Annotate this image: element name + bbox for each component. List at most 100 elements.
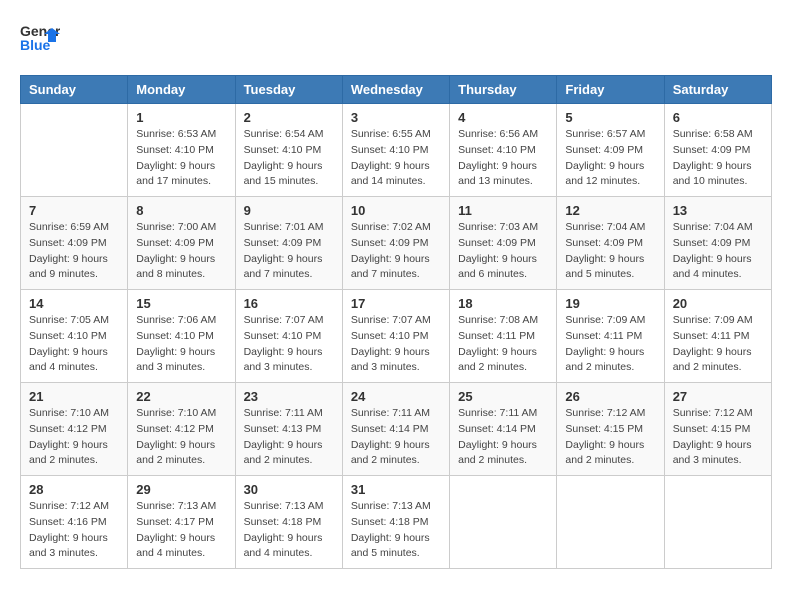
day-number: 13 — [673, 203, 763, 218]
calendar-cell: 7 Sunrise: 6:59 AM Sunset: 4:09 PM Daylig… — [21, 197, 128, 290]
day-number: 5 — [565, 110, 655, 125]
day-info: Sunrise: 7:02 AM Sunset: 4:09 PM Dayligh… — [351, 220, 441, 283]
day-info: Sunrise: 7:04 AM Sunset: 4:09 PM Dayligh… — [673, 220, 763, 283]
calendar-cell: 20Sunrise: 7:09 AM Sunset: 4:11 PM Dayli… — [664, 290, 771, 383]
day-number: 4 — [458, 110, 548, 125]
day-number: 10 — [351, 203, 441, 218]
column-header-tuesday: Tuesday — [235, 76, 342, 104]
calendar-cell: 27 Sunrise: 7:12 AM Sunset: 4:15 PM Dayli… — [664, 383, 771, 476]
calendar-cell: 29Sunrise: 7:13 AM Sunset: 4:17 PM Dayli… — [128, 476, 235, 569]
day-number: 22 — [136, 389, 226, 404]
calendar-cell: 12 Sunrise: 7:04 AM Sunset: 4:09 PM Dayli… — [557, 197, 664, 290]
calendar-week-row: 14 Sunrise: 7:05 AM Sunset: 4:10 PM Dayli… — [21, 290, 772, 383]
day-number: 19 — [565, 296, 655, 311]
calendar-cell: 11 Sunrise: 7:03 AM Sunset: 4:09 PM Dayli… — [450, 197, 557, 290]
day-number: 23 — [244, 389, 334, 404]
calendar-cell: 5 Sunrise: 6:57 AM Sunset: 4:09 PM Daylig… — [557, 104, 664, 197]
day-info: Sunrise: 7:09 AM Sunset: 4:11 PM Dayligh… — [673, 313, 763, 376]
day-number: 6 — [673, 110, 763, 125]
day-number: 7 — [29, 203, 119, 218]
calendar-header-row: SundayMondayTuesdayWednesdayThursdayFrid… — [21, 76, 772, 104]
day-info: Sunrise: 6:57 AM Sunset: 4:09 PM Dayligh… — [565, 127, 655, 190]
svg-text:Blue: Blue — [20, 37, 51, 53]
day-number: 28 — [29, 482, 119, 497]
day-number: 27 — [673, 389, 763, 404]
calendar-cell: 23 Sunrise: 7:11 AM Sunset: 4:13 PM Dayli… — [235, 383, 342, 476]
calendar-cell — [557, 476, 664, 569]
day-number: 31 — [351, 482, 441, 497]
day-number: 1 — [136, 110, 226, 125]
day-number: 29 — [136, 482, 226, 497]
calendar-cell: 25 Sunrise: 7:11 AM Sunset: 4:14 PM Dayli… — [450, 383, 557, 476]
day-info: Sunrise: 7:13 AM Sunset: 4:18 PM Dayligh… — [351, 499, 441, 562]
calendar-cell: 21Sunrise: 7:10 AM Sunset: 4:12 PM Dayli… — [21, 383, 128, 476]
day-info: Sunrise: 7:07 AM Sunset: 4:10 PM Dayligh… — [351, 313, 441, 376]
day-info: Sunrise: 7:11 AM Sunset: 4:14 PM Dayligh… — [351, 406, 441, 469]
calendar-cell: 18Sunrise: 7:08 AM Sunset: 4:11 PM Dayli… — [450, 290, 557, 383]
day-info: Sunrise: 7:09 AM Sunset: 4:11 PM Dayligh… — [565, 313, 655, 376]
day-info: Sunrise: 7:11 AM Sunset: 4:14 PM Dayligh… — [458, 406, 548, 469]
day-info: Sunrise: 6:53 AM Sunset: 4:10 PM Dayligh… — [136, 127, 226, 190]
calendar-cell: 31 Sunrise: 7:13 AM Sunset: 4:18 PM Dayli… — [342, 476, 449, 569]
calendar-cell: 17 Sunrise: 7:07 AM Sunset: 4:10 PM Dayli… — [342, 290, 449, 383]
calendar-cell: 26 Sunrise: 7:12 AM Sunset: 4:15 PM Dayli… — [557, 383, 664, 476]
day-info: Sunrise: 7:03 AM Sunset: 4:09 PM Dayligh… — [458, 220, 548, 283]
day-info: Sunrise: 6:58 AM Sunset: 4:09 PM Dayligh… — [673, 127, 763, 190]
column-header-saturday: Saturday — [664, 76, 771, 104]
calendar-cell: 4 Sunrise: 6:56 AM Sunset: 4:10 PM Daylig… — [450, 104, 557, 197]
day-info: Sunrise: 7:12 AM Sunset: 4:15 PM Dayligh… — [673, 406, 763, 469]
day-info: Sunrise: 7:08 AM Sunset: 4:11 PM Dayligh… — [458, 313, 548, 376]
calendar-week-row: 1 Sunrise: 6:53 AM Sunset: 4:10 PM Daylig… — [21, 104, 772, 197]
day-info: Sunrise: 6:54 AM Sunset: 4:10 PM Dayligh… — [244, 127, 334, 190]
day-info: Sunrise: 7:13 AM Sunset: 4:18 PM Dayligh… — [244, 499, 334, 562]
day-info: Sunrise: 6:59 AM Sunset: 4:09 PM Dayligh… — [29, 220, 119, 283]
calendar-cell: 15 Sunrise: 7:06 AM Sunset: 4:10 PM Dayli… — [128, 290, 235, 383]
day-number: 17 — [351, 296, 441, 311]
day-number: 2 — [244, 110, 334, 125]
column-header-wednesday: Wednesday — [342, 76, 449, 104]
calendar-cell: 8 Sunrise: 7:00 AM Sunset: 4:09 PM Daylig… — [128, 197, 235, 290]
day-info: Sunrise: 6:56 AM Sunset: 4:10 PM Dayligh… — [458, 127, 548, 190]
calendar-week-row: 7 Sunrise: 6:59 AM Sunset: 4:09 PM Daylig… — [21, 197, 772, 290]
calendar-week-row: 21 Sunrise: 7:10 AM Sunset: 4:12 PM Dayli… — [21, 383, 772, 476]
day-info: Sunrise: 7:01 AM Sunset: 4:09 PM Dayligh… — [244, 220, 334, 283]
calendar-cell: 10 Sunrise: 7:02 AM Sunset: 4:09 PM Dayli… — [342, 197, 449, 290]
day-info: Sunrise: 6:55 AM Sunset: 4:10 PM Dayligh… — [351, 127, 441, 190]
day-info: Sunrise: 7:04 AM Sunset: 4:09 PM Dayligh… — [565, 220, 655, 283]
day-number: 11 — [458, 203, 548, 218]
day-number: 3 — [351, 110, 441, 125]
day-info: Sunrise: 7:07 AM Sunset: 4:10 PM Dayligh… — [244, 313, 334, 376]
calendar-cell: 30Sunrise: 7:13 AM Sunset: 4:18 PM Dayli… — [235, 476, 342, 569]
day-number: 8 — [136, 203, 226, 218]
calendar-cell: 22 Sunrise: 7:10 AM Sunset: 4:12 PM Dayli… — [128, 383, 235, 476]
calendar-cell: 9Sunrise: 7:01 AM Sunset: 4:09 PM Daylig… — [235, 197, 342, 290]
day-info: Sunrise: 7:06 AM Sunset: 4:10 PM Dayligh… — [136, 313, 226, 376]
calendar-cell: 24 Sunrise: 7:11 AM Sunset: 4:14 PM Dayli… — [342, 383, 449, 476]
day-info: Sunrise: 7:11 AM Sunset: 4:13 PM Dayligh… — [244, 406, 334, 469]
calendar-cell: 14 Sunrise: 7:05 AM Sunset: 4:10 PM Dayli… — [21, 290, 128, 383]
calendar-cell: 3 Sunrise: 6:55 AM Sunset: 4:10 PM Daylig… — [342, 104, 449, 197]
calendar-week-row: 28 Sunrise: 7:12 AM Sunset: 4:16 PM Dayli… — [21, 476, 772, 569]
day-number: 15 — [136, 296, 226, 311]
calendar-table: SundayMondayTuesdayWednesdayThursdayFrid… — [20, 75, 772, 569]
column-header-friday: Friday — [557, 76, 664, 104]
column-header-thursday: Thursday — [450, 76, 557, 104]
column-header-monday: Monday — [128, 76, 235, 104]
day-number: 25 — [458, 389, 548, 404]
day-number: 24 — [351, 389, 441, 404]
day-info: Sunrise: 7:00 AM Sunset: 4:09 PM Dayligh… — [136, 220, 226, 283]
calendar-cell: 6 Sunrise: 6:58 AM Sunset: 4:09 PM Daylig… — [664, 104, 771, 197]
day-info: Sunrise: 7:12 AM Sunset: 4:15 PM Dayligh… — [565, 406, 655, 469]
day-number: 26 — [565, 389, 655, 404]
day-info: Sunrise: 7:05 AM Sunset: 4:10 PM Dayligh… — [29, 313, 119, 376]
day-number: 21 — [29, 389, 119, 404]
day-number: 14 — [29, 296, 119, 311]
day-info: Sunrise: 7:10 AM Sunset: 4:12 PM Dayligh… — [136, 406, 226, 469]
day-info: Sunrise: 7:12 AM Sunset: 4:16 PM Dayligh… — [29, 499, 119, 562]
logo-icon: General Blue — [20, 20, 60, 65]
calendar-cell — [450, 476, 557, 569]
day-number: 12 — [565, 203, 655, 218]
page-header: General Blue — [20, 20, 772, 65]
calendar-cell: 19 Sunrise: 7:09 AM Sunset: 4:11 PM Dayli… — [557, 290, 664, 383]
day-number: 16 — [244, 296, 334, 311]
